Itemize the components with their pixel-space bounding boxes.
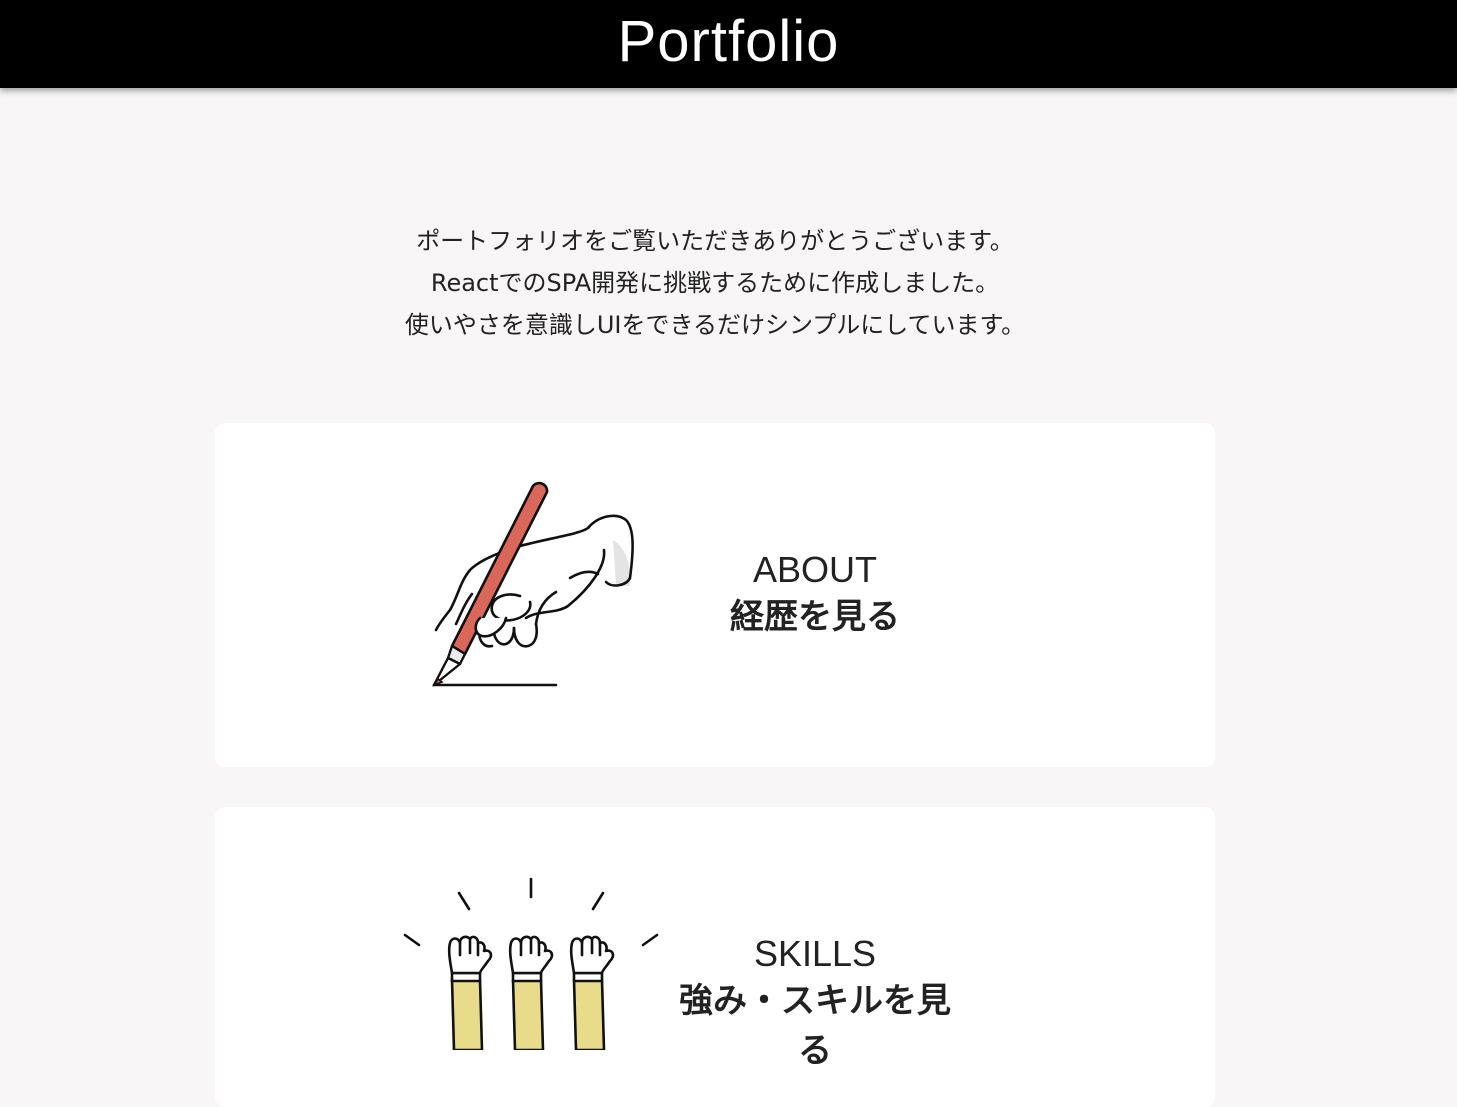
site-header: Portfolio	[0, 0, 1457, 88]
skills-title-ja: 強み・スキルを見る	[679, 981, 951, 1071]
about-card-text: ABOUT 経歴を見る	[665, 548, 965, 642]
skills-card-text: SKILLS 強み・スキルを見る	[665, 932, 965, 1076]
intro-line: 使いやさを意識しUIをできるだけシンプルにしています。	[404, 311, 1026, 339]
intro-text: ポートフォリオをご覧いただきありがとうございます。 ReactでのSPA開発に挑…	[0, 220, 1430, 346]
about-title-ja: 経歴を見る	[730, 597, 900, 637]
intro-line: ポートフォリオをご覧いただきありがとうございます。	[416, 227, 1014, 255]
skills-card[interactable]: SKILLS 強み・スキルを見る	[215, 807, 1215, 1107]
about-card[interactable]: ABOUT 経歴を見る	[215, 423, 1215, 767]
site-title: Portfolio	[617, 9, 840, 74]
skills-title-en: SKILLS	[753, 933, 877, 974]
intro-line: ReactでのSPA開発に挑戦するために作成しました。	[430, 269, 1000, 297]
writing-hand-icon	[431, 481, 634, 687]
raised-hands-icon	[403, 877, 659, 1050]
about-title-en: ABOUT	[752, 549, 877, 590]
